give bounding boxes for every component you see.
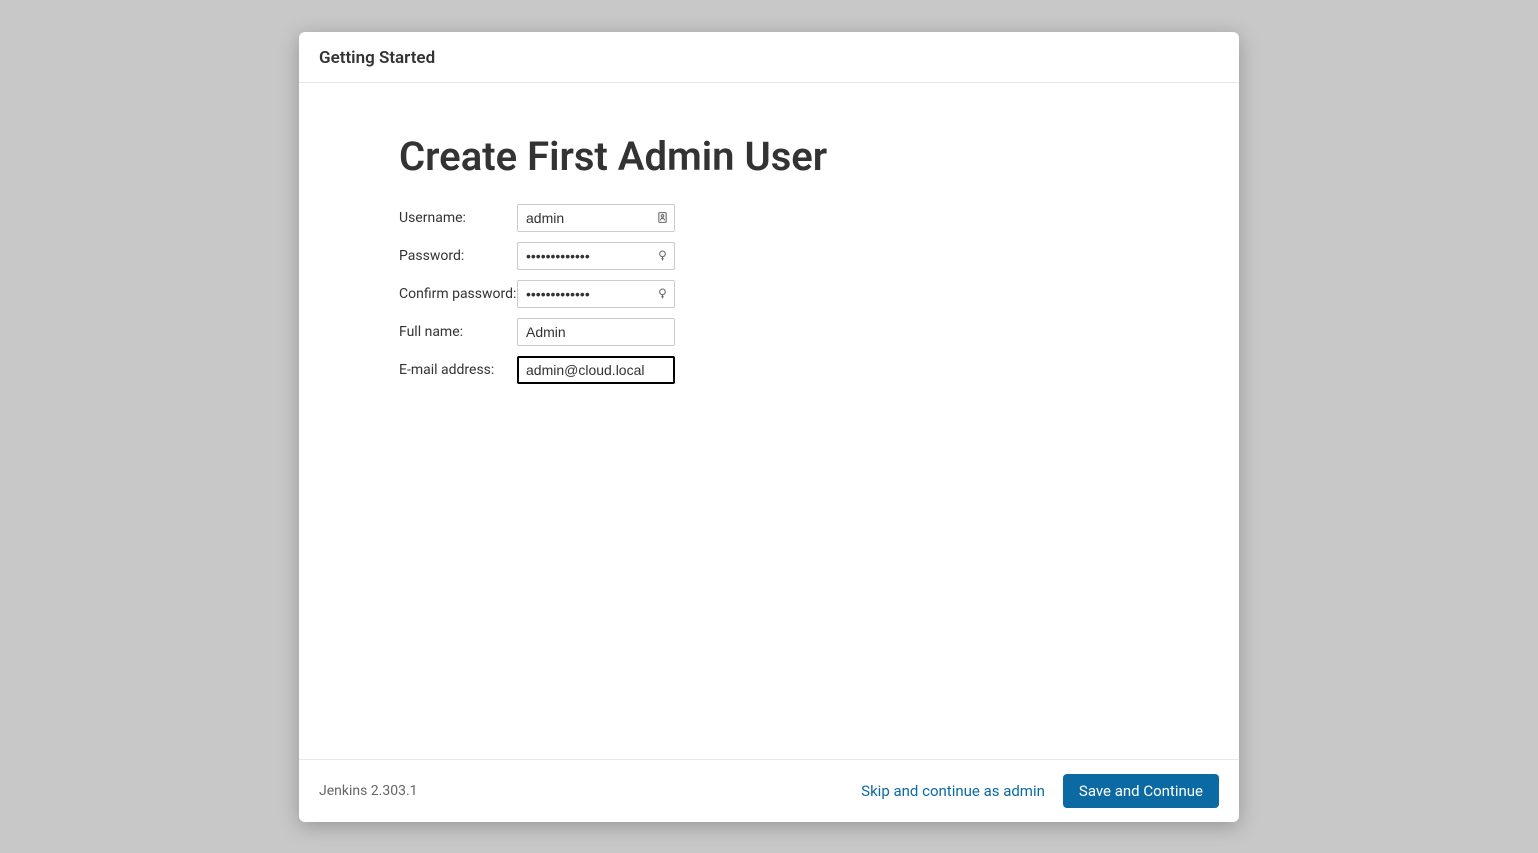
- setup-modal: Getting Started Create First Admin User …: [299, 32, 1239, 822]
- page-title: Create First Admin User: [399, 133, 1139, 180]
- fullname-input-wrapper: [517, 318, 675, 346]
- password-label: Password:: [399, 248, 517, 264]
- password-input-wrapper: [517, 242, 675, 270]
- save-continue-button[interactable]: Save and Continue: [1063, 774, 1219, 808]
- fullname-label: Full name:: [399, 324, 517, 340]
- form-row-fullname: Full name:: [399, 318, 1139, 346]
- email-label: E-mail address:: [399, 362, 517, 378]
- confirm-password-input[interactable]: [517, 280, 675, 308]
- skip-button[interactable]: Skip and continue as admin: [861, 782, 1045, 800]
- email-input-wrapper: [517, 356, 675, 384]
- version-text: Jenkins 2.303.1: [319, 783, 418, 799]
- modal-footer: Jenkins 2.303.1 Skip and continue as adm…: [299, 759, 1239, 822]
- username-label: Username:: [399, 210, 517, 226]
- footer-buttons: Skip and continue as admin Save and Cont…: [861, 774, 1219, 808]
- password-input[interactable]: [517, 242, 675, 270]
- form-row-password: Password:: [399, 242, 1139, 270]
- email-input[interactable]: [517, 356, 675, 384]
- fullname-input[interactable]: [517, 318, 675, 346]
- form-row-username: Username:: [399, 204, 1139, 232]
- form-row-email: E-mail address:: [399, 356, 1139, 384]
- modal-body: Create First Admin User Username: Passwo…: [299, 83, 1239, 759]
- form-row-confirm-password: Confirm password:: [399, 280, 1139, 308]
- username-input-wrapper: [517, 204, 675, 232]
- confirm-password-input-wrapper: [517, 280, 675, 308]
- modal-header: Getting Started: [299, 32, 1239, 83]
- modal-title: Getting Started: [319, 48, 1219, 68]
- username-input[interactable]: [517, 204, 675, 232]
- confirm-password-label: Confirm password:: [399, 286, 517, 302]
